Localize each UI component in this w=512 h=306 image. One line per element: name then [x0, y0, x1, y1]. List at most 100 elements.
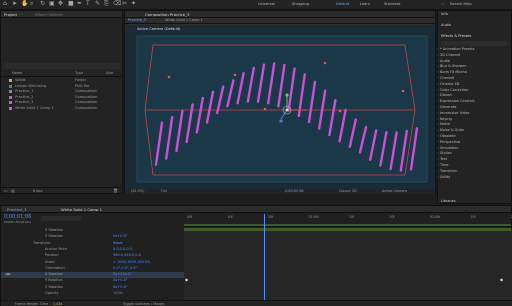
new-folder-icon[interactable]: ▭ [4, 189, 8, 193]
bpc-label[interactable]: 8 bpc [33, 189, 43, 194]
effects-category[interactable]: Keying [437, 117, 452, 122]
property-value[interactable]: 0x+224.0° [113, 273, 132, 277]
info-panel-title[interactable]: Info [441, 12, 448, 17]
property-row[interactable]: Anchor Point 0.0,0.0,0.0 [1, 247, 184, 253]
resolution-dropdown[interactable]: Full [161, 189, 167, 193]
libraries-panel-title[interactable]: Libraries [441, 199, 456, 203]
effects-category[interactable]: Utility [437, 175, 450, 180]
home-icon[interactable]: ⌂ [3, 1, 7, 7]
property-value[interactable]: 100% [113, 291, 123, 296]
column-name[interactable]: Name [12, 71, 22, 76]
property-value[interactable]: 960.0,540.0,0.0 [113, 254, 141, 258]
toggle-switches-modes[interactable]: Toggle Switches / Modes [123, 302, 164, 306]
effects-panel-title[interactable]: Effects & Presets [441, 34, 471, 39]
universal-label[interactable]: Universal [258, 2, 275, 7]
pan-behind-icon[interactable]: ✥ [58, 1, 63, 7]
item-color-label[interactable] [9, 106, 12, 110]
column-type[interactable]: Type [75, 71, 83, 76]
type-tool-icon[interactable]: T [86, 1, 90, 7]
property-row[interactable]: Orientation 0.0°,0.0°,0.0° [1, 266, 184, 272]
effects-category[interactable]: Immersive Video [437, 111, 469, 116]
trash-icon[interactable]: 🗑 [113, 189, 118, 193]
item-color-label[interactable] [9, 79, 12, 82]
property-value[interactable]: Reset [113, 241, 123, 246]
search-icon[interactable]: ⌕ [442, 2, 444, 7]
item-color-label[interactable] [9, 95, 12, 99]
rotate-tool-icon[interactable]: ↻ [40, 1, 45, 7]
effects-category[interactable]: * Animation Presets [437, 47, 475, 52]
comp-tab-white-solid[interactable]: White Solid 1 Comp 1 [165, 18, 203, 23]
effects-category[interactable]: Blur & Sharpen [437, 65, 467, 69]
viewer[interactable]: Active Camera (Default) [125, 25, 435, 189]
property-row[interactable]: Position 960.0,540.0,0.0 [1, 253, 184, 259]
timeline-graph[interactable]: ◆ ◆ [184, 214, 512, 300]
effects-category[interactable]: Expression Controls [437, 100, 475, 104]
snapping-checkbox[interactable]: Snapping [292, 2, 309, 7]
time-ruler[interactable]: 00f10f20f01:00f10f20f02:00f10f20f [184, 214, 512, 227]
project-item[interactable]: White Solid 1 Comp 1 Composition [3, 106, 119, 112]
eraser-tool-icon[interactable]: ⌫ [113, 1, 121, 7]
hand-tool-icon[interactable]: ✋ [21, 1, 28, 7]
timeline-tab-white-solid[interactable]: White Solid 1 Comp 1 [61, 207, 102, 212]
puppet-tool-icon[interactable]: ✦ [131, 1, 136, 7]
zoom-dropdown[interactable]: (61.5%) [131, 189, 144, 193]
effects-category[interactable]: Text [437, 158, 447, 162]
property-value[interactable]: ∞ 1000,1000,100.0% [113, 260, 150, 265]
roto-tool-icon[interactable]: ✂ [122, 1, 127, 7]
effects-category[interactable]: Color Correction [437, 88, 468, 93]
new-comp-icon[interactable]: ▤ [11, 189, 15, 193]
audio-panel-title[interactable]: Audio [441, 23, 451, 28]
effects-category[interactable]: Noise & Grain [437, 129, 464, 133]
layer-duration-bar[interactable] [184, 228, 511, 231]
property-row[interactable]: X Rotation [1, 228, 184, 234]
selection-tool-icon[interactable]: ➤ [12, 1, 17, 7]
workspace-default[interactable]: Default [336, 2, 349, 7]
property-value[interactable]: 0.0°,0.0°,0.0° [113, 266, 137, 271]
viewer-timecode[interactable]: 0;00;01;06 [285, 189, 304, 193]
item-color-label[interactable] [9, 101, 12, 104]
effects-category[interactable]: Transition [437, 169, 457, 174]
effects-category[interactable]: 3D Channel [437, 53, 460, 58]
item-color-label[interactable] [9, 84, 12, 88]
effects-category[interactable]: Stylize [437, 152, 452, 156]
effects-category[interactable]: Time [437, 163, 448, 168]
search-help-input[interactable]: Search Help [450, 2, 472, 7]
effects-category[interactable]: Cinema 4D [437, 82, 459, 87]
property-row[interactable]: Scale ∞ 1000,1000,100.0% [1, 260, 184, 266]
composition-title[interactable]: Composition Practice_3 [145, 12, 189, 17]
property-value[interactable]: 0.0,0.0,0.0 [113, 247, 132, 252]
shape-tool-icon[interactable]: ■ [68, 1, 74, 7]
zoom-tool-icon[interactable]: ⌕ [30, 1, 33, 7]
property-value[interactable]: 0x+0.0° [113, 279, 128, 283]
timeline-tab-practice3[interactable]: Practice_3 [7, 207, 26, 212]
property-row[interactable]: Transform Reset [1, 241, 184, 247]
comp-tab-practice3[interactable]: Practice_3 [128, 18, 146, 23]
timeline-search-input[interactable] [41, 216, 81, 221]
effects-category[interactable]: Boris FX Mocha [437, 71, 467, 75]
item-color-label[interactable] [9, 90, 12, 93]
property-row[interactable]: Opacity 100% [1, 291, 184, 297]
effects-category[interactable]: Matte [437, 123, 450, 127]
effects-search-input[interactable] [441, 41, 509, 46]
property-row[interactable]: Z Rotation 0x+0.0° [1, 285, 184, 291]
keyframe-end-icon[interactable]: ◆ [500, 278, 503, 282]
property-value[interactable]: 0x+0.0° [113, 235, 128, 239]
playhead[interactable] [264, 214, 265, 300]
camera-dropdown[interactable]: Active Camera [382, 189, 407, 193]
tab-project[interactable]: Project [4, 12, 17, 17]
property-value[interactable]: 0x+0.0° [113, 285, 128, 290]
effects-category[interactable]: Audio [437, 59, 450, 64]
clone-tool-icon[interactable]: ⎘ [104, 1, 109, 7]
effects-category[interactable]: Distort [437, 94, 452, 98]
renderer-dropdown[interactable]: Classic 3D [339, 189, 357, 193]
viewer-canvas[interactable] [125, 25, 435, 189]
camera-tool-icon[interactable]: ▣ [49, 1, 55, 7]
column-size[interactable]: Size [106, 71, 113, 76]
workspace-learn[interactable]: Learn [360, 2, 370, 7]
keyframe-start-icon[interactable]: ◆ [185, 278, 188, 282]
property-row[interactable]: Z Rotation 0x+0.0° [1, 234, 184, 240]
workspace-standard[interactable]: Standard [384, 2, 400, 7]
property-row[interactable]: Y Rotation 0x+0.0° [1, 278, 184, 284]
effects-category[interactable]: Generate [437, 105, 456, 110]
work-area-bar[interactable] [184, 224, 511, 226]
